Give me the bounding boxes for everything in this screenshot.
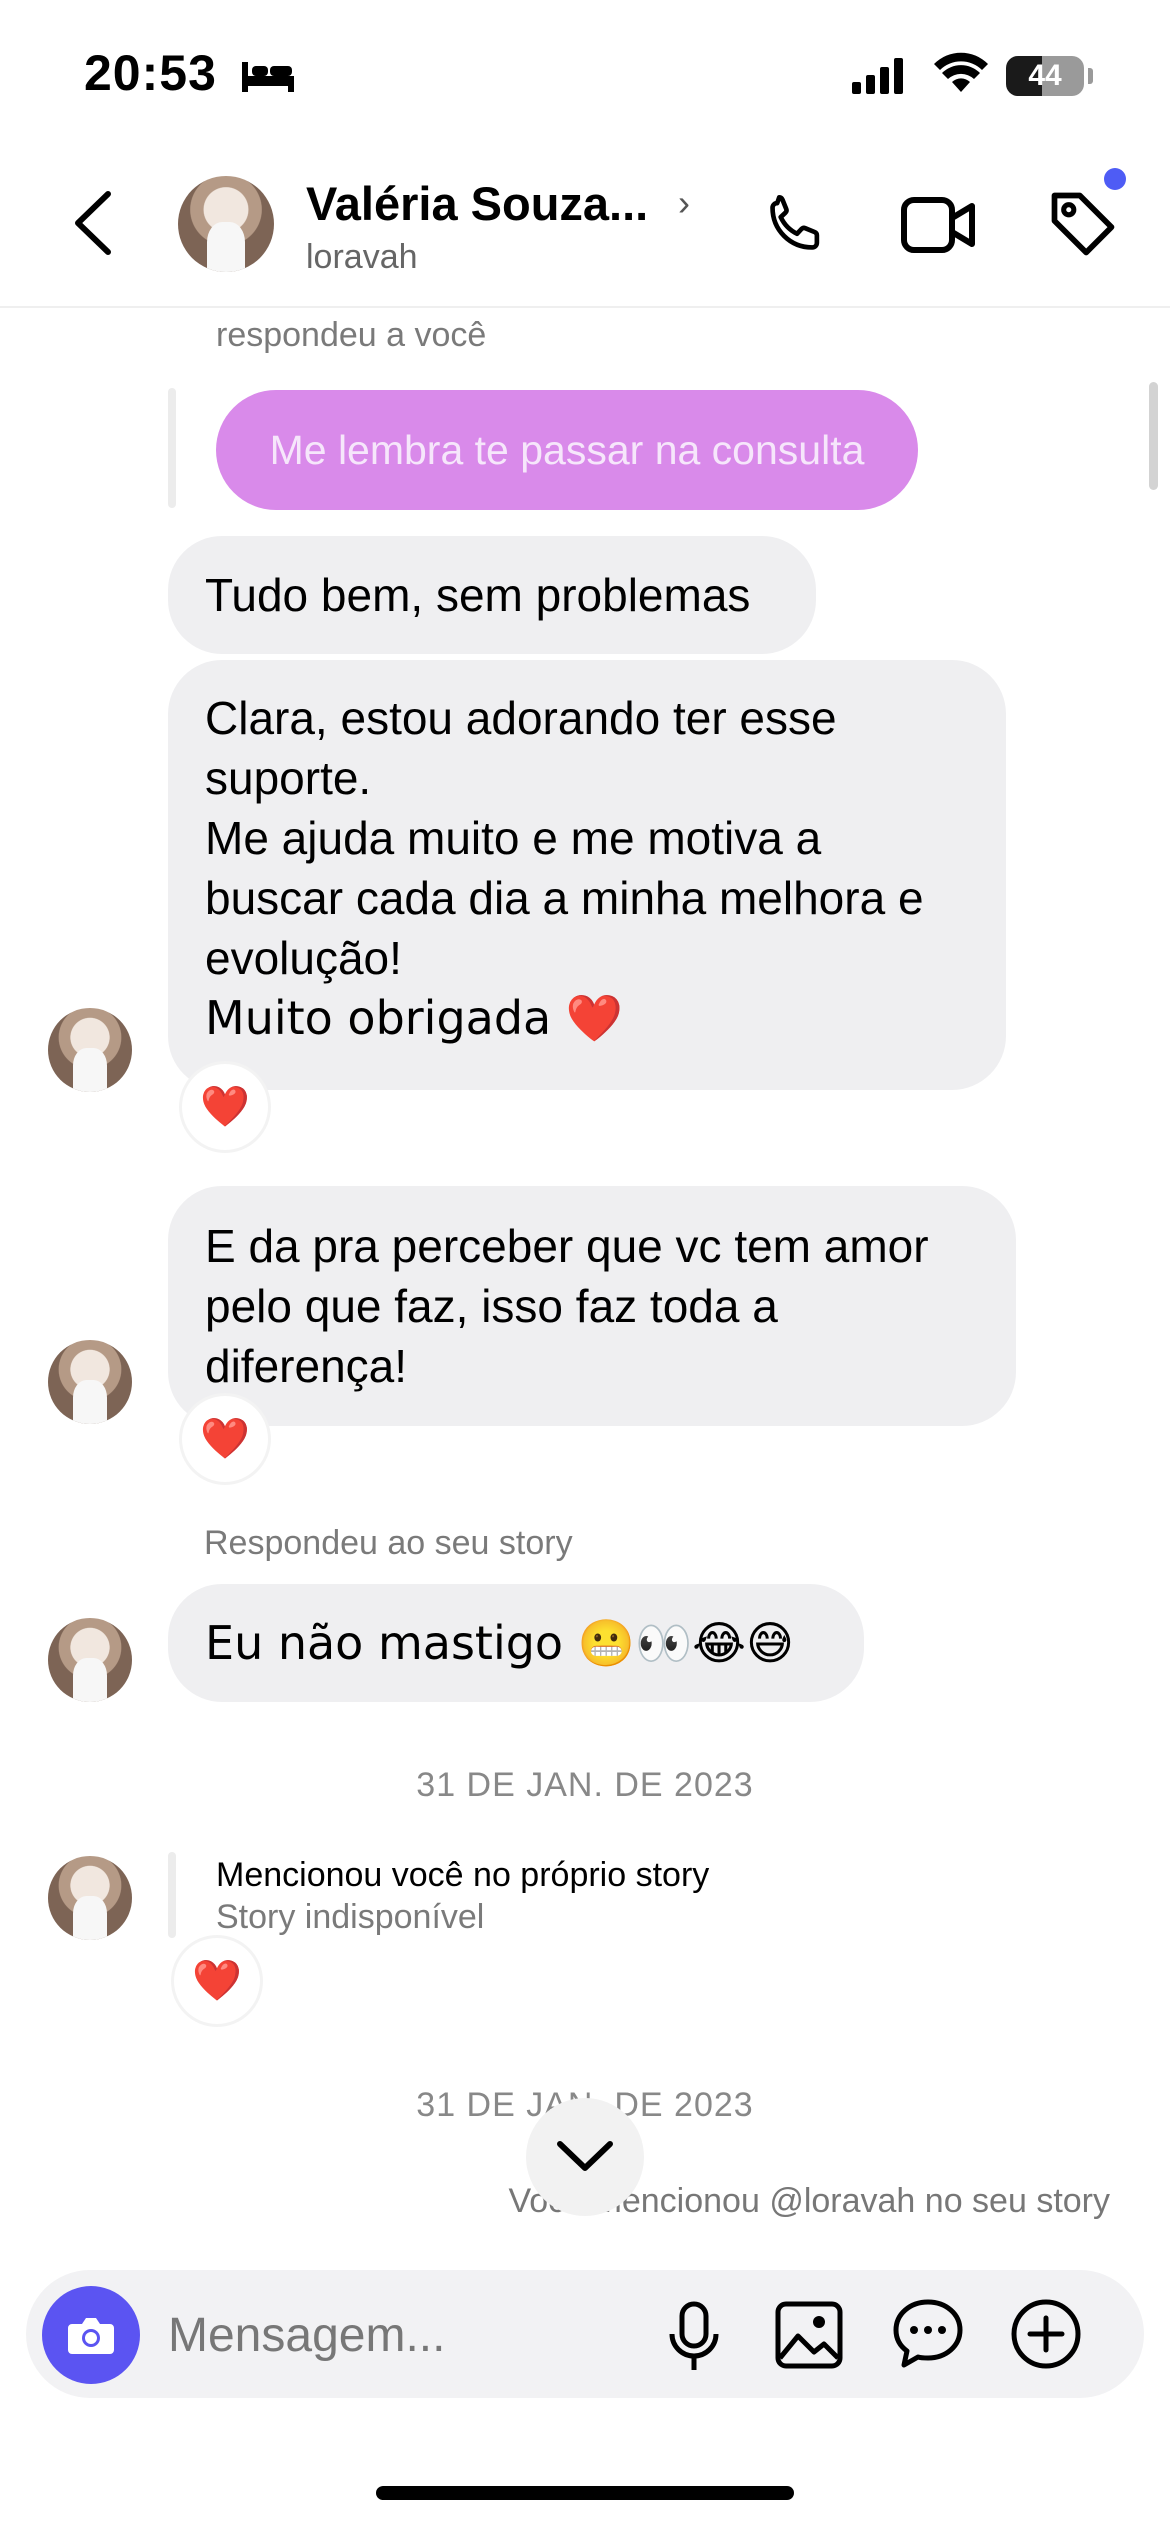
story-mention-indicator	[168, 1852, 176, 1938]
message-input[interactable]: Mensagem...	[168, 2308, 445, 2363]
message-bubble[interactable]: E da pra perceber que vc tem amor pelo q…	[168, 1186, 1016, 1426]
sticker-chat-icon[interactable]	[892, 2298, 964, 2370]
message-line: evolução!	[205, 932, 402, 984]
heart-reaction-icon[interactable]: ❤️	[182, 1064, 268, 1150]
sender-avatar[interactable]	[48, 1008, 132, 1092]
sender-avatar[interactable]	[48, 1618, 132, 1702]
video-camera-icon[interactable]	[900, 192, 976, 258]
camera-icon	[68, 2318, 114, 2354]
replied-message-bubble[interactable]: Me lembra te passar na consulta	[216, 390, 918, 510]
mention-title[interactable]: Mencionou você no próprio story	[216, 1856, 709, 1895]
scroll-to-bottom-button[interactable]	[526, 2098, 644, 2216]
status-time: 20:53	[84, 45, 217, 101]
mention-subtitle: Story indisponível	[216, 1898, 485, 1936]
reply-indicator	[168, 388, 176, 508]
message-bubble[interactable]: Tudo bem, sem problemas	[168, 536, 816, 654]
battery-cap	[1088, 68, 1093, 84]
sender-avatar[interactable]	[48, 1856, 132, 1940]
message-line: Muito obrigada ❤️	[205, 991, 624, 1045]
message-line: suporte.	[205, 752, 372, 804]
home-indicator[interactable]	[376, 2486, 794, 2500]
gallery-icon[interactable]	[774, 2300, 844, 2370]
plus-circle-icon[interactable]	[1010, 2298, 1082, 2370]
heart-reaction-icon[interactable]: ❤️	[182, 1396, 268, 1482]
heart-reaction-icon[interactable]: ❤️	[174, 1938, 260, 2024]
back-chevron-icon[interactable]	[72, 190, 114, 256]
scrollbar[interactable]	[1149, 382, 1158, 490]
camera-button[interactable]	[42, 2286, 140, 2384]
chevron-down-icon	[557, 2141, 613, 2171]
contact-username[interactable]: loravah	[306, 238, 418, 277]
header-divider	[0, 306, 1170, 308]
message-line: Me ajuda muito e me motiva a	[205, 812, 822, 864]
battery-icon: 44	[1006, 56, 1084, 96]
contact-name[interactable]: Valéria Souza...	[306, 176, 648, 231]
sender-avatar[interactable]	[48, 1340, 132, 1424]
phone-icon[interactable]	[760, 190, 830, 260]
battery-level: 44	[1028, 59, 1062, 92]
cellular-signal-icon	[852, 58, 903, 94]
story-reply-label: Respondeu ao seu story	[204, 1524, 573, 1562]
tag-icon[interactable]	[1045, 186, 1121, 262]
wifi-icon	[934, 52, 988, 92]
date-separator: 31 DE JAN. DE 2023	[416, 1766, 754, 1804]
chevron-right-icon[interactable]: ›	[678, 182, 690, 224]
reply-label: respondeu a você	[216, 316, 487, 354]
message-line: Clara, estou adorando ter esse	[205, 692, 837, 744]
message-line: diferença!	[205, 1340, 408, 1392]
contact-avatar[interactable]	[178, 176, 274, 272]
message-line: pelo que faz, isso faz toda a	[205, 1280, 778, 1332]
microphone-icon[interactable]	[664, 2300, 724, 2374]
message-bubble[interactable]: Eu não mastigo 😬👀😂😅	[168, 1584, 864, 1702]
notification-dot	[1104, 168, 1126, 190]
message-line: buscar cada dia a minha melhora e	[205, 872, 924, 924]
message-line: E da pra perceber que vc tem amor	[205, 1220, 929, 1272]
message-bubble[interactable]: Clara, estou adorando ter esse suporte. …	[168, 660, 1006, 1090]
sleep-focus-icon	[242, 62, 294, 92]
